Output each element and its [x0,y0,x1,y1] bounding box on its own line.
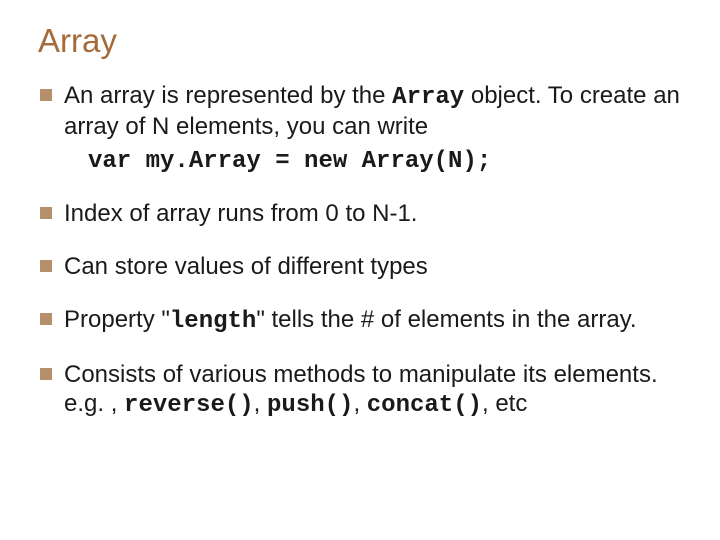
slide-title: Array [38,22,686,60]
slide: Array An array is represented by the Arr… [0,0,720,540]
code-inline: reverse() [124,392,254,419]
text: Property " [64,306,170,333]
bullet-item: Property "length" tells the # of element… [34,306,686,337]
text: An array is represented by the [64,82,392,109]
code-inline: push() [267,392,353,419]
text: , [353,390,366,417]
text: " tells the # of elements in the array. [256,306,636,333]
bullet-item: Can store values of different types [34,253,686,282]
bullet-item: Index of array runs from 0 to N-1. [34,200,686,229]
code-inline: Array [392,84,464,111]
bullet-item: Consists of various methods to manipulat… [34,361,686,421]
text: Can store values of different types [64,253,428,280]
code-block: var my.Array = new Array(N); [64,148,686,177]
code-inline: concat() [367,392,482,419]
code-inline: length [170,308,256,335]
text: Index of array runs from 0 to N-1. [64,200,417,227]
bullet-item: An array is represented by the Array obj… [34,82,686,176]
bullet-list: An array is represented by the Array obj… [34,82,686,420]
text: , [254,390,267,417]
text: , etc [482,390,527,417]
